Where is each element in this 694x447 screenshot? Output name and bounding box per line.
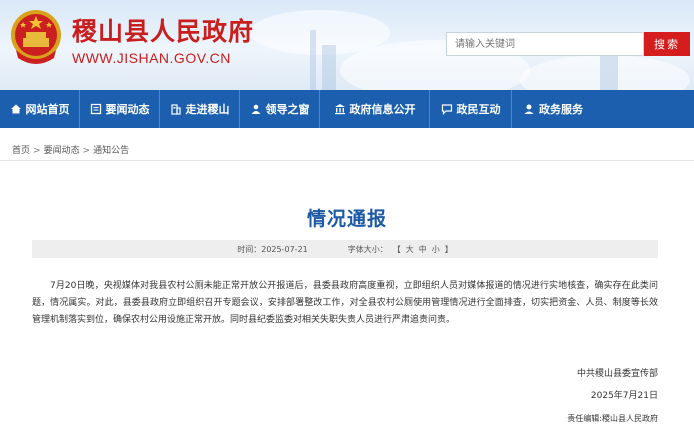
site-title[interactable]: 稷山县人民政府 [72, 12, 254, 48]
search-button[interactable]: 搜索 [644, 32, 690, 56]
nav-item-about[interactable]: 走进稷山 [160, 90, 240, 128]
building-icon [170, 104, 181, 115]
font-size-large[interactable]: 大 [406, 244, 414, 255]
home-icon [10, 104, 21, 114]
nav-item-interaction[interactable]: 政民互动 [430, 90, 512, 128]
font-size-medium[interactable]: 中 [419, 244, 427, 255]
nav-item-news[interactable]: 要闻动态 [80, 90, 160, 128]
font-size-small[interactable]: 小 [432, 244, 440, 255]
nav-item-label: 领导之窗 [265, 103, 310, 116]
institution-icon [334, 104, 345, 115]
header-skyline [310, 30, 316, 90]
article-meta-bar: 时间：2025-07-21 字体大小： 【 大 中 小 】 [32, 240, 658, 258]
time-value: 2025-07-21 [261, 244, 308, 254]
font-size-bracket-close: 】 [444, 244, 453, 254]
search-input[interactable] [446, 32, 644, 56]
site-header: 稷山县人民政府 WWW.JISHAN.GOV.CN 搜索 [0, 0, 694, 90]
nav-item-info-disclosure[interactable]: 政府信息公开 [320, 90, 430, 128]
breadcrumb-news[interactable]: 要闻动态 [44, 146, 80, 156]
nav-item-label: 政民互动 [456, 103, 501, 116]
service-icon [524, 104, 534, 114]
article-date: 2025年7月21日 [590, 391, 658, 401]
news-icon [90, 103, 101, 115]
font-size-control: 字体大小： 【 大 中 小 】 [348, 244, 453, 255]
nav-item-label: 走进稷山 [185, 103, 230, 116]
header-skyline [600, 50, 618, 90]
site-domain: WWW.JISHAN.GOV.CN [72, 50, 231, 66]
article-signature: 中共稷山县委宣传部 [576, 369, 658, 379]
breadcrumb-separator: > [33, 146, 41, 156]
main-nav: 网站首页 要闻动态 走进稷山 领导之窗 政府信息公开 政民互动 政务服务 [0, 90, 694, 128]
breadcrumb-home[interactable]: 首页 [12, 146, 30, 156]
time-label: 时间： [237, 244, 262, 254]
national-emblem-icon[interactable] [8, 8, 64, 70]
chat-icon [441, 104, 452, 115]
nav-item-label: 政务服务 [539, 103, 583, 116]
font-size-bracket-open: 【 [392, 244, 401, 254]
nav-item-leaders[interactable]: 领导之窗 [240, 90, 320, 128]
nav-item-home[interactable]: 网站首页 [0, 90, 80, 128]
leader-icon [251, 104, 260, 114]
breadcrumb-notices[interactable]: 通知公告 [93, 146, 129, 156]
publish-time: 时间：2025-07-21 [237, 244, 308, 255]
responsible-editor: 责任编辑:稷山县人民政府 [567, 414, 658, 423]
breadcrumb-divider [0, 160, 694, 161]
nav-item-label: 政府信息公开 [349, 103, 416, 116]
nav-item-services[interactable]: 政务服务 [512, 90, 594, 128]
nav-item-label: 网站首页 [25, 103, 70, 116]
breadcrumb-separator: > [82, 146, 91, 156]
article-title: 情况通报 [306, 208, 387, 230]
font-size-label: 字体大小： [347, 244, 388, 254]
breadcrumb: 首页 > 要闻动态 > 通知公告 [12, 143, 129, 156]
nav-item-label: 要闻动态 [105, 103, 150, 116]
header-skyline [322, 45, 336, 90]
article-body: 7月20日晚，央视媒体对我县农村公厕未能正常开放公开报道后，县委县政府高度重视，… [32, 281, 658, 325]
